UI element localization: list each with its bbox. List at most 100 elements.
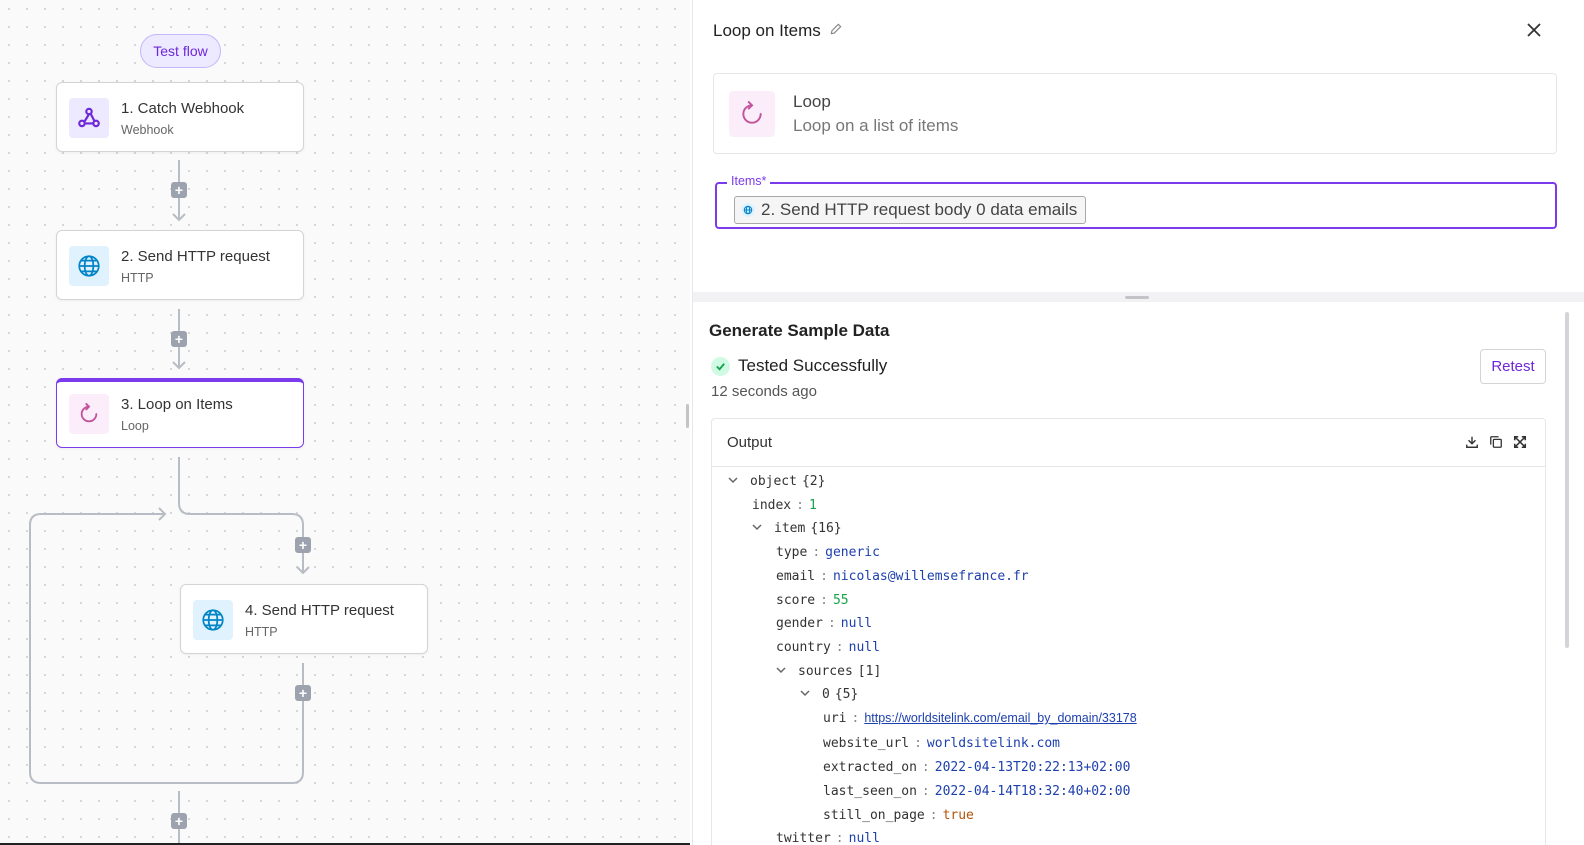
panel-scrollbar[interactable] [1565, 312, 1569, 648]
piece-card: Loop Loop on a list of items [713, 73, 1557, 154]
divider-drag-handle[interactable] [1125, 296, 1149, 299]
loop-icon [729, 91, 775, 137]
tree-node: extracted_on:2022-04-13T20:22:13+02:00 [823, 757, 1130, 777]
panel-resize-handle[interactable] [686, 404, 689, 428]
tree-key: 0 [822, 686, 830, 702]
tree-node: country: null [776, 637, 880, 657]
tree-node[interactable]: item {16} [752, 518, 842, 538]
items-data-chip[interactable]: 2. Send HTTP request body 0 data emails [734, 196, 1087, 224]
expand-icon[interactable] [1512, 434, 1528, 450]
tree-key: twitter [776, 830, 831, 845]
add-step-button[interactable]: + [171, 182, 187, 198]
tree-key: type [776, 544, 808, 560]
tested-time: 12 seconds ago [711, 383, 817, 400]
step-title: 3. Loop on Items [121, 396, 233, 413]
sample-data-title: Generate Sample Data [709, 321, 890, 340]
tree-node: last_seen_on:2022-04-14T18:32:40+02:00 [823, 781, 1130, 801]
tree-key: uri [823, 710, 847, 726]
tree-node: twitter: null [776, 828, 880, 845]
tree-node: uri: https://worldsitelink.com/email_by_d… [823, 708, 1137, 728]
tree-colon: : [921, 783, 930, 799]
step-subtitle: HTTP [121, 271, 154, 285]
chevron-down-icon[interactable] [728, 475, 740, 488]
add-step-button[interactable]: + [171, 813, 187, 829]
tree-key: still_on_page [823, 807, 925, 823]
step-send-http-request-2[interactable]: 4. Send HTTP request HTTP [180, 584, 428, 654]
tree-node[interactable]: sources [1] [776, 661, 881, 681]
globe-icon [193, 600, 233, 640]
tree-key: sources [798, 663, 853, 679]
tree-key: index [752, 497, 792, 513]
chip-label: 2. Send HTTP request body 0 data emails [761, 200, 1078, 219]
output-label: Output [727, 434, 773, 451]
items-label: Items* [727, 174, 771, 188]
close-icon[interactable] [1523, 20, 1545, 42]
tree-node: index:1 [752, 495, 817, 515]
tree-colon: : [796, 497, 804, 513]
add-step-button[interactable]: + [295, 537, 311, 553]
chevron-down-icon[interactable] [752, 522, 764, 535]
add-step-button[interactable]: + [171, 331, 187, 347]
step-subtitle: Loop [121, 419, 149, 433]
tree-value: 2022-04-13T20:22:13+02:00 [934, 759, 1131, 775]
tree-colon: : [820, 568, 828, 584]
tree-value: worldsitelink.com [926, 735, 1060, 751]
test-flow-button[interactable]: Test flow [140, 34, 221, 68]
copy-icon[interactable] [1488, 434, 1504, 450]
tree-value: nicolas@willemsefrance.fr [832, 568, 1029, 584]
status-text: Tested Successfully [738, 356, 888, 375]
tree-node[interactable]: object {2} [728, 471, 825, 491]
panel-title-text: Loop on Items [713, 21, 821, 40]
tree-node: gender: null [776, 613, 872, 633]
output-header: Output [712, 419, 1545, 467]
globe-icon [69, 246, 109, 286]
tree-count: {16} [810, 520, 842, 536]
tree-key: country [776, 639, 831, 655]
tree-key: gender [776, 615, 823, 631]
tree-colon: : [921, 759, 930, 775]
globe-icon [741, 203, 755, 217]
retest-button[interactable]: Retest [1480, 349, 1546, 384]
tree-value: 55 [832, 592, 849, 608]
tree-key: email [776, 568, 816, 584]
tree-node: type: generic [776, 542, 880, 562]
tree-node[interactable]: 0 {5} [800, 684, 858, 704]
check-circle-icon [711, 356, 730, 376]
tree-key: website_url [823, 735, 910, 751]
loop-icon [69, 394, 109, 434]
chevron-down-icon[interactable] [800, 688, 812, 701]
tree-colon: : [835, 639, 844, 655]
tree-count: {5} [834, 686, 859, 702]
add-step-button[interactable]: + [295, 685, 311, 701]
step-title: 2. Send HTTP request [121, 248, 270, 265]
tree-link[interactable]: https://worldsitelink.com/email_by_domai… [864, 711, 1136, 725]
tree-value: generic [825, 544, 880, 560]
step-loop-on-items[interactable]: 3. Loop on Items Loop [56, 378, 304, 448]
step-settings-panel: Loop on Items Loop Loop on a list of ite… [692, 0, 1584, 845]
tree-node: website_url: worldsitelink.com [823, 733, 1060, 753]
tree-count: [1] [857, 663, 882, 679]
tree-colon: : [820, 592, 828, 608]
pencil-icon[interactable] [829, 22, 843, 40]
step-catch-webhook[interactable]: 1. Catch Webhook Webhook [56, 82, 304, 152]
tree-value: null [840, 615, 873, 631]
items-input[interactable]: Items* 2. Send HTTP request body 0 data … [715, 174, 1557, 229]
tree-node: still_on_page: true [823, 805, 974, 825]
webhook-icon [69, 98, 109, 138]
download-icon[interactable] [1464, 434, 1480, 450]
step-subtitle: HTTP [245, 625, 278, 639]
tree-key: last_seen_on [823, 783, 917, 799]
tree-key: item [774, 520, 806, 536]
chevron-down-icon[interactable] [776, 665, 788, 678]
test-status: Tested Successfully [711, 356, 887, 376]
tree-key: object [750, 473, 797, 489]
tree-value: null [848, 639, 880, 655]
tree-node: score:55 [776, 590, 849, 610]
tree-value: null [848, 830, 880, 845]
flow-canvas[interactable]: Test flow 1. Catch Webhook Webhook + 2. … [0, 0, 690, 845]
tree-colon: : [851, 710, 860, 726]
tree-colon: : [914, 735, 922, 751]
tree-node: email: nicolas@willemsefrance.fr [776, 566, 1029, 586]
step-send-http-request[interactable]: 2. Send HTTP request HTTP [56, 230, 304, 300]
tree-colon: : [929, 807, 938, 823]
